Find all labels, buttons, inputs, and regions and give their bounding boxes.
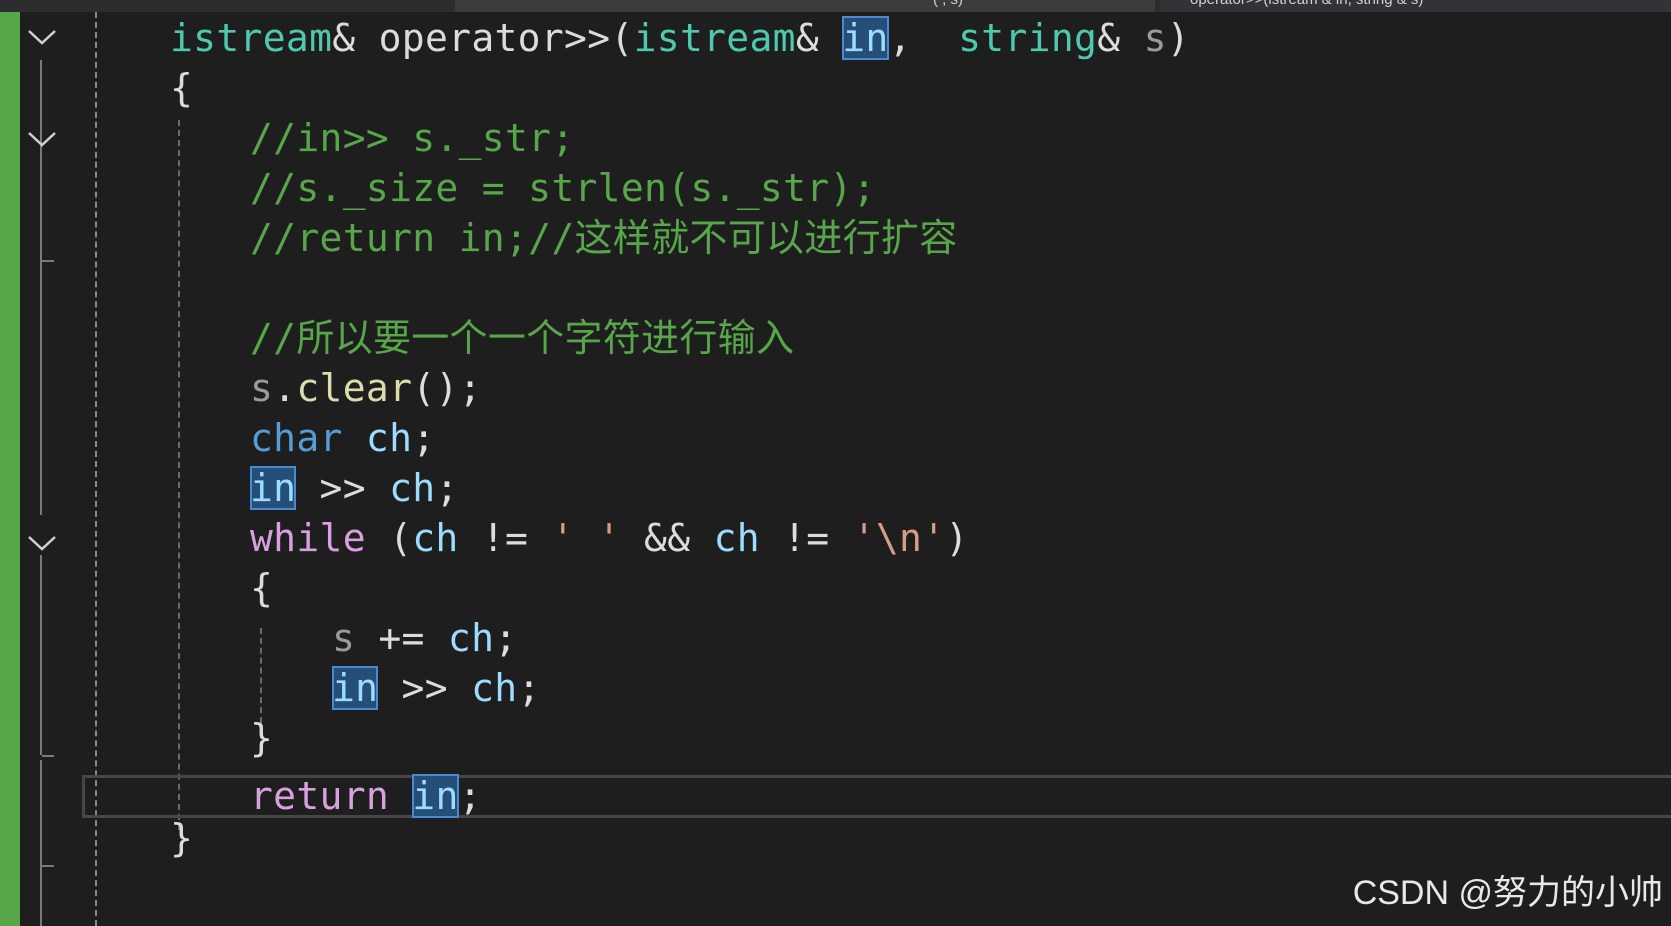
- token-semicolon: ;: [435, 466, 459, 510]
- token-param: s: [1120, 16, 1167, 60]
- code-line-10[interactable]: in >> ch;: [250, 464, 459, 512]
- fold-guide-tail: [40, 760, 42, 926]
- token-semicolon: ;: [412, 416, 436, 460]
- token-semicolon: ;: [517, 666, 541, 710]
- token-var: ch: [713, 516, 760, 560]
- token-keyword: while: [250, 516, 366, 560]
- token-var: ch: [447, 616, 495, 660]
- token-var: ch: [471, 666, 518, 710]
- change-indicator-bar: [0, 12, 20, 926]
- token-comment: //in>> s._str;: [250, 116, 575, 160]
- token-brace: }: [170, 816, 194, 860]
- tab-member-dropdown[interactable]: operator>>(istream & in, string & s): [1160, 0, 1671, 12]
- token-param: s: [332, 616, 356, 660]
- indent-guide-while-body: [260, 628, 262, 723]
- tab-scope-label: ( , s): [933, 0, 963, 8]
- tab-scope-dropdown[interactable]: ( , s): [455, 0, 1155, 12]
- token-param: s: [250, 366, 274, 410]
- fold-end-marker: [42, 755, 54, 757]
- code-line-16[interactable]: return in;: [250, 772, 482, 820]
- token-op: &: [332, 16, 356, 60]
- fold-toggle-while[interactable]: [26, 530, 58, 556]
- token-paren: ): [1166, 16, 1190, 60]
- token-semicolon: ;: [458, 774, 482, 818]
- token-comment: //s._size = strlen(s._str);: [250, 166, 876, 210]
- token-keyword: char: [250, 416, 343, 460]
- token-paren: ): [945, 516, 969, 560]
- code-line-5[interactable]: //return in;//这样就不可以进行扩容: [250, 214, 958, 262]
- code-line-12[interactable]: {: [250, 564, 273, 612]
- token-brace: }: [250, 716, 274, 760]
- token-op: !=: [458, 516, 552, 560]
- token-type: string: [958, 16, 1098, 60]
- code-line-2[interactable]: {: [170, 64, 193, 112]
- code-line-4[interactable]: //s._size = strlen(s._str);: [250, 164, 876, 212]
- token-semicolon: ;: [458, 366, 482, 410]
- token-fn: operator>>: [355, 16, 611, 60]
- token-var: ch: [412, 516, 459, 560]
- code-line-11[interactable]: while (ch != ' ' && ch != '\n'): [250, 514, 969, 562]
- token-op: &: [1097, 16, 1121, 60]
- token-dot: .: [273, 366, 297, 410]
- code-line-7[interactable]: //所以要一个一个字符进行输入: [250, 314, 794, 362]
- chevron-down-icon: [28, 132, 56, 147]
- code-line-17[interactable]: }: [170, 814, 193, 862]
- fold-end-marker: [42, 865, 54, 867]
- token-char-literal: ' ': [551, 516, 621, 560]
- token-op: >>: [378, 666, 472, 710]
- token-paren: (: [365, 516, 413, 560]
- token-type: istream: [633, 16, 796, 60]
- fold-guide-comment: [40, 155, 42, 515]
- tab-bar: ( , s) operator>>(istream & in, string &…: [0, 0, 1671, 12]
- token-op: &&: [620, 516, 714, 560]
- fold-end-marker: [42, 260, 54, 262]
- fold-guide-while: [40, 555, 42, 755]
- token-param-highlight[interactable]: in: [332, 666, 379, 710]
- token-op: &: [795, 16, 820, 60]
- indent-guide-function-body: [178, 120, 180, 830]
- fold-toggle-function[interactable]: [26, 24, 58, 50]
- token-param-highlight[interactable]: in: [250, 466, 297, 510]
- token-type: istream: [170, 16, 333, 60]
- code-line-1[interactable]: istream& operator>>(istream& in, string&…: [170, 14, 1190, 62]
- token-op: +=: [355, 616, 448, 660]
- code-line-3[interactable]: //in>> s._str;: [250, 114, 575, 162]
- watermark: CSDN @努力的小帅: [1352, 874, 1663, 912]
- token-param-highlight[interactable]: in: [412, 774, 459, 818]
- code-line-15[interactable]: }: [250, 714, 273, 762]
- code-line-13[interactable]: s += ch;: [332, 614, 517, 662]
- token-fn: clear: [296, 366, 413, 410]
- token-brace: {: [170, 66, 194, 110]
- code-line-8[interactable]: s.clear();: [250, 364, 482, 412]
- token-op: >>: [296, 466, 390, 510]
- token-op: !=: [759, 516, 853, 560]
- code-line-14[interactable]: in >> ch;: [332, 664, 541, 712]
- fold-toggle-comment[interactable]: [26, 126, 58, 152]
- chevron-down-icon: [28, 30, 56, 45]
- token-comma: ,: [888, 16, 959, 60]
- token-param-highlight[interactable]: in: [842, 16, 889, 60]
- token-var: ch: [365, 416, 413, 460]
- token-paren: (): [412, 366, 459, 410]
- token-paren: (: [610, 16, 634, 60]
- code-line-9[interactable]: char ch;: [250, 414, 435, 462]
- chevron-down-icon: [28, 536, 56, 551]
- token-comment: //return in;//这样就不可以进行扩容: [250, 216, 958, 260]
- token-comment: //所以要一个一个字符进行输入: [250, 316, 795, 360]
- token-semicolon: ;: [494, 616, 518, 660]
- token-var: ch: [389, 466, 436, 510]
- token-brace: {: [250, 566, 274, 610]
- token-char-literal: '\n': [852, 516, 946, 560]
- token-keyword: return: [250, 774, 390, 818]
- tab-member-label: operator>>(istream & in, string & s): [1190, 0, 1423, 8]
